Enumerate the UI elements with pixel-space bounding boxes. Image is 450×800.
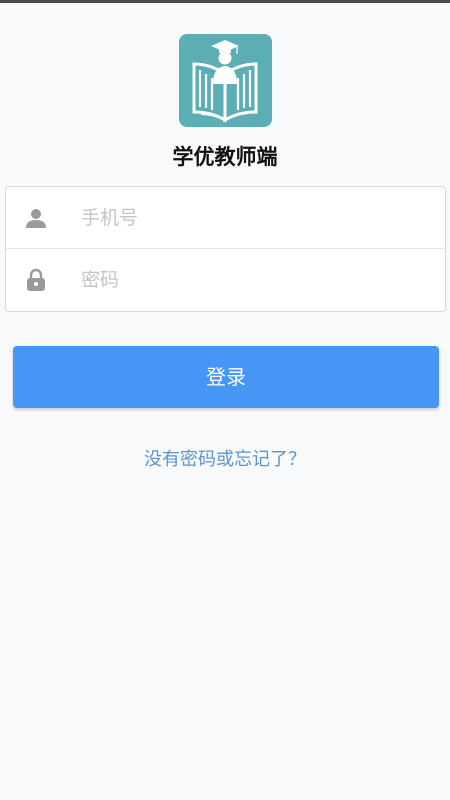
app-logo bbox=[179, 34, 272, 127]
forgot-password-link[interactable]: 没有密码或忘记了？ bbox=[0, 445, 450, 471]
login-button[interactable]: 登录 bbox=[13, 346, 439, 408]
login-form bbox=[5, 186, 446, 312]
open-book-graduate-icon bbox=[192, 40, 258, 123]
password-field[interactable] bbox=[6, 249, 445, 311]
phone-field[interactable] bbox=[6, 187, 445, 249]
phone-input[interactable] bbox=[81, 197, 411, 238]
status-bar bbox=[0, 0, 450, 3]
lock-icon bbox=[25, 268, 47, 292]
app-title: 学优教师端 bbox=[172, 145, 278, 169]
user-icon bbox=[25, 206, 47, 230]
password-input[interactable] bbox=[81, 260, 411, 300]
